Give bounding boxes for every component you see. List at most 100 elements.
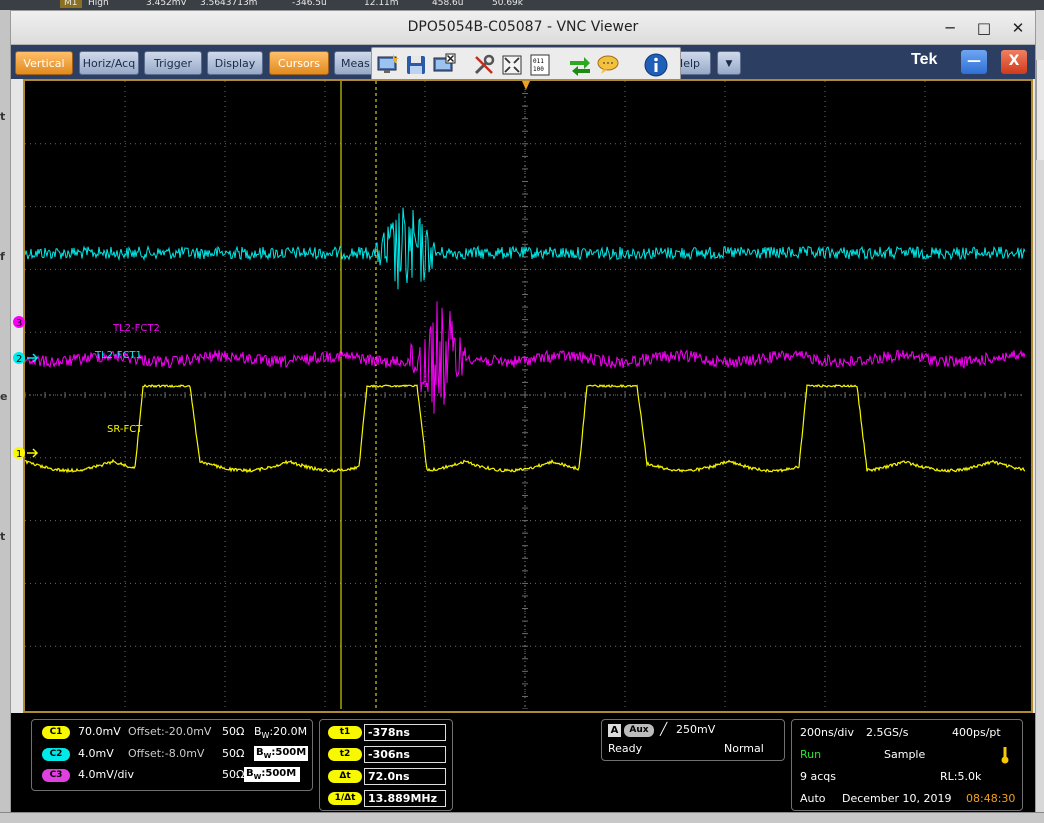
trigger-mode: Normal <box>724 742 764 755</box>
trigger-source-badge[interactable]: Aux <box>624 724 654 737</box>
monitor-close-icon[interactable] <box>432 53 456 77</box>
graticule <box>24 80 1025 710</box>
ch2-marker-label: 2 <box>16 354 22 365</box>
bg-value-1: 3.452mV <box>146 0 187 8</box>
channel-markers: 3 2 <box>13 316 39 365</box>
trigger-auto-mode: Auto <box>800 792 826 805</box>
cursor-freq-value: 13.889MHz <box>364 790 446 807</box>
ch2-arrow-icon <box>27 353 39 363</box>
bg-label: M1 <box>60 0 82 8</box>
menu-dropdown-button[interactable]: ▼ <box>717 51 741 75</box>
bw-prefix: B <box>246 768 254 779</box>
ch3-marker-label: 3 <box>16 318 22 329</box>
ch3-scale: 4.0mV/div <box>78 768 134 781</box>
vnc-toolbar: 011 100 <box>371 47 681 81</box>
menu-vertical[interactable]: Vertical <box>15 51 73 75</box>
window-close-button[interactable]: ✕ <box>1007 17 1029 39</box>
binary-icon[interactable]: 011100 <box>528 53 552 77</box>
menu-cursors[interactable]: Cursors <box>269 51 329 75</box>
bw-prefix: B <box>254 725 262 738</box>
trigger-state: Ready <box>608 742 643 755</box>
tools-icon[interactable] <box>472 53 496 77</box>
tek-logo: Tek <box>911 51 938 68</box>
chat-icon[interactable] <box>596 53 620 77</box>
ch3-impedance: 50Ω <box>222 768 245 781</box>
cursor-t1-value: -378ns <box>364 724 446 741</box>
waveform-svg: TL2-FCT2 TL2-FCT1 SR-FCT <box>24 80 1026 710</box>
window-maximize-button[interactable]: □ <box>973 17 995 39</box>
title-bar[interactable]: DPO5054B-C05087 - VNC Viewer ─ □ ✕ <box>11 11 1035 45</box>
info-icon[interactable] <box>644 53 668 77</box>
ch1-scale: 70.0mV <box>78 725 121 738</box>
ch3-badge[interactable]: C3 <box>42 769 70 782</box>
cursor-freq-badge[interactable]: 1/Δt <box>328 792 362 805</box>
cursor-delta-badge[interactable]: Δt <box>328 770 362 783</box>
ch2-offset: Offset:-8.0mV <box>128 747 205 760</box>
scope-menu-bar: Vertical Horiz/Acq Trigger Display Curso… <box>11 45 1035 81</box>
screen: M1 High 3.452mV 3.5643713m -346.5u 12.11… <box>0 0 1044 823</box>
menu-trigger[interactable]: Trigger <box>144 51 202 75</box>
timebase: 200ns/div <box>800 726 854 739</box>
fullscreen-icon[interactable] <box>500 53 524 77</box>
edge-char: f <box>0 250 5 263</box>
menu-horiz-acq[interactable]: Horiz/Acq <box>79 51 139 75</box>
thermometer-icon <box>1001 747 1009 764</box>
bg-value-6: 50.69k <box>492 0 523 8</box>
ch1-badge[interactable]: C1 <box>42 726 70 739</box>
bw-prefix: B <box>256 747 264 758</box>
ch1-offset: Offset:-20.0mV <box>128 725 212 738</box>
window-minimize-button[interactable]: ─ <box>939 17 961 39</box>
scope-minimize-button[interactable]: — <box>961 50 987 74</box>
ch2-impedance: 50Ω <box>222 747 245 760</box>
edge-char: t <box>0 110 6 123</box>
window-title: DPO5054B-C05087 - VNC Viewer <box>407 19 639 35</box>
acquisition-panel[interactable]: 200ns/div 2.5GS/s 400ps/pt Run Sample 9 … <box>791 719 1023 811</box>
cursor-t1-badge[interactable]: t1 <box>328 726 362 739</box>
bg-high: High <box>88 0 109 8</box>
right-background-window <box>1036 60 1044 160</box>
ch3-label: TL2-FCT2 <box>112 323 160 334</box>
status-area: C1 70.0mV Offset:-20.0mV 50Ω BW:20.0M C2… <box>11 713 1035 813</box>
ch1-bandwidth: BW:20.0M <box>254 725 307 740</box>
acquisition-count: 9 acqs <box>800 770 836 783</box>
edge-char: t <box>0 530 6 543</box>
trigger-level: 250mV <box>676 723 716 736</box>
resolution: 400ps/pt <box>952 726 1001 739</box>
svg-text:011: 011 <box>533 58 544 65</box>
bg-value-2: 3.5643713m <box>200 0 258 8</box>
cursor-t2-badge[interactable]: t2 <box>328 748 362 761</box>
transfer-icon[interactable] <box>568 53 592 77</box>
time: 08:48:30 <box>966 792 1016 805</box>
scope-close-button[interactable]: X <box>1001 50 1027 74</box>
ch2-badge[interactable]: C2 <box>42 748 70 761</box>
ch2-scale: 4.0mV <box>78 747 114 760</box>
channel-settings-panel[interactable]: C1 70.0mV Offset:-20.0mV 50Ω BW:20.0M C2… <box>31 719 313 791</box>
cursor-delta-value: 72.0ns <box>364 768 446 785</box>
cursor-t2-value: -306ns <box>364 746 446 763</box>
ch1-label: SR-FCT <box>107 424 143 435</box>
ch1-marker-group: 1 <box>13 447 39 460</box>
ch1-marker-label: 1 <box>16 449 22 460</box>
ch3-bandwidth: BW:500M <box>244 767 300 782</box>
trigger-slope-icon: ╱ <box>660 722 668 736</box>
trigger-a-badge: A <box>608 724 621 737</box>
bg-value-5: 458.6u <box>432 0 464 8</box>
ch2-label: TL2-FCT1 <box>94 350 142 361</box>
bg-value-3: -346.5u <box>292 0 327 8</box>
bw-value: :500M <box>261 768 297 779</box>
ch1-trace <box>24 383 1026 474</box>
monitor-plus-icon[interactable] <box>376 53 400 77</box>
bw-value: :20.0M <box>269 725 308 738</box>
waveform-display[interactable]: TL2-FCT2 TL2-FCT1 SR-FCT <box>24 80 1026 710</box>
cursor-readout-panel[interactable]: t1 -378ns t2 -306ns Δt 72.0ns 1/Δt 13.88… <box>319 719 453 811</box>
trigger-position-marker[interactable] <box>522 81 530 90</box>
record-length: RL:5.0k <box>940 770 982 783</box>
run-status: Run <box>800 748 822 761</box>
trigger-panel[interactable]: A Aux ╱ 250mV Ready Normal <box>601 719 785 761</box>
vnc-window: DPO5054B-C05087 - VNC Viewer ─ □ ✕ Verti… <box>10 10 1036 813</box>
menu-display[interactable]: Display <box>207 51 263 75</box>
svg-text:100: 100 <box>533 66 544 73</box>
save-icon[interactable] <box>404 53 428 77</box>
sample-rate: 2.5GS/s <box>866 726 909 739</box>
edge-char: e <box>0 390 8 403</box>
